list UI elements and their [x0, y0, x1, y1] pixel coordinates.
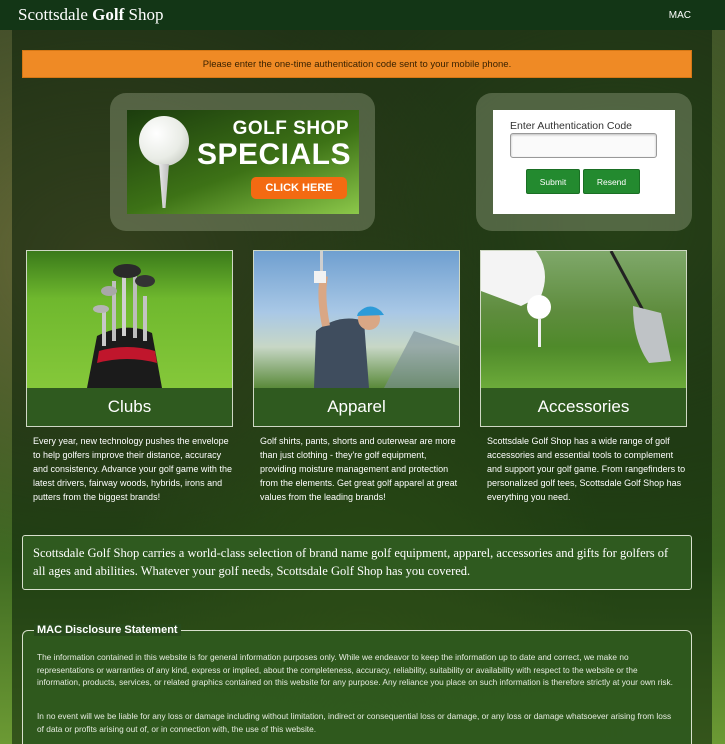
disclosure-paragraph-1: The information contained in this websit… — [37, 652, 673, 687]
submit-button[interactable]: Submit — [526, 169, 580, 194]
promo-line2: SPECIALS — [196, 138, 351, 171]
golf-tee-icon — [159, 164, 169, 208]
disclosure-paragraph-2: In no event will we be liable for any lo… — [37, 711, 672, 734]
golf-ball-icon — [139, 116, 189, 166]
brand-bold: Golf — [92, 5, 125, 24]
golfer-icon — [254, 251, 459, 388]
disclosure-title: MAC Disclosure Statement — [34, 624, 181, 636]
golf-shop-specials-banner[interactable]: GOLF SHOP SPECIALS CLICK HERE — [127, 110, 359, 214]
brand-suffix: Shop — [128, 5, 164, 24]
mac-link[interactable]: MAC — [669, 10, 691, 21]
category-title-apparel: Apparel — [254, 388, 459, 426]
click-here-button[interactable]: CLICK HERE — [251, 177, 347, 199]
brand-logo[interactable]: Scottsdale Golf Shop — [18, 5, 163, 25]
golf-ball-tee-icon — [481, 251, 686, 388]
shop-summary: Scottsdale Golf Shop carries a world-cla… — [22, 535, 692, 590]
category-desc-accessories: Scottsdale Golf Shop has a wide range of… — [487, 436, 686, 502]
auth-code-input[interactable] — [510, 133, 657, 158]
resend-button[interactable]: Resend — [583, 169, 640, 194]
category-desc-apparel: Golf shirts, pants, shorts and outerwear… — [260, 436, 458, 502]
category-title-clubs: Clubs — [27, 388, 232, 426]
auth-form: Enter Authentication Code Submit Resend — [493, 110, 675, 214]
category-desc-clubs: Every year, new technology pushes the en… — [33, 436, 232, 502]
brand-prefix: Scottsdale — [18, 5, 88, 24]
category-card-accessories[interactable]: Accessories — [480, 250, 687, 427]
category-card-apparel[interactable]: Apparel — [253, 250, 460, 427]
promo-line1: GOLF SHOP — [232, 118, 349, 139]
category-title-accessories: Accessories — [481, 388, 686, 426]
category-card-clubs[interactable]: Clubs — [26, 250, 233, 427]
auth-code-label: Enter Authentication Code — [510, 120, 633, 132]
golf-bag-icon — [27, 251, 232, 388]
auth-alert-banner: Please enter the one-time authentication… — [22, 50, 692, 78]
top-navbar: Scottsdale Golf Shop MAC — [0, 0, 725, 30]
